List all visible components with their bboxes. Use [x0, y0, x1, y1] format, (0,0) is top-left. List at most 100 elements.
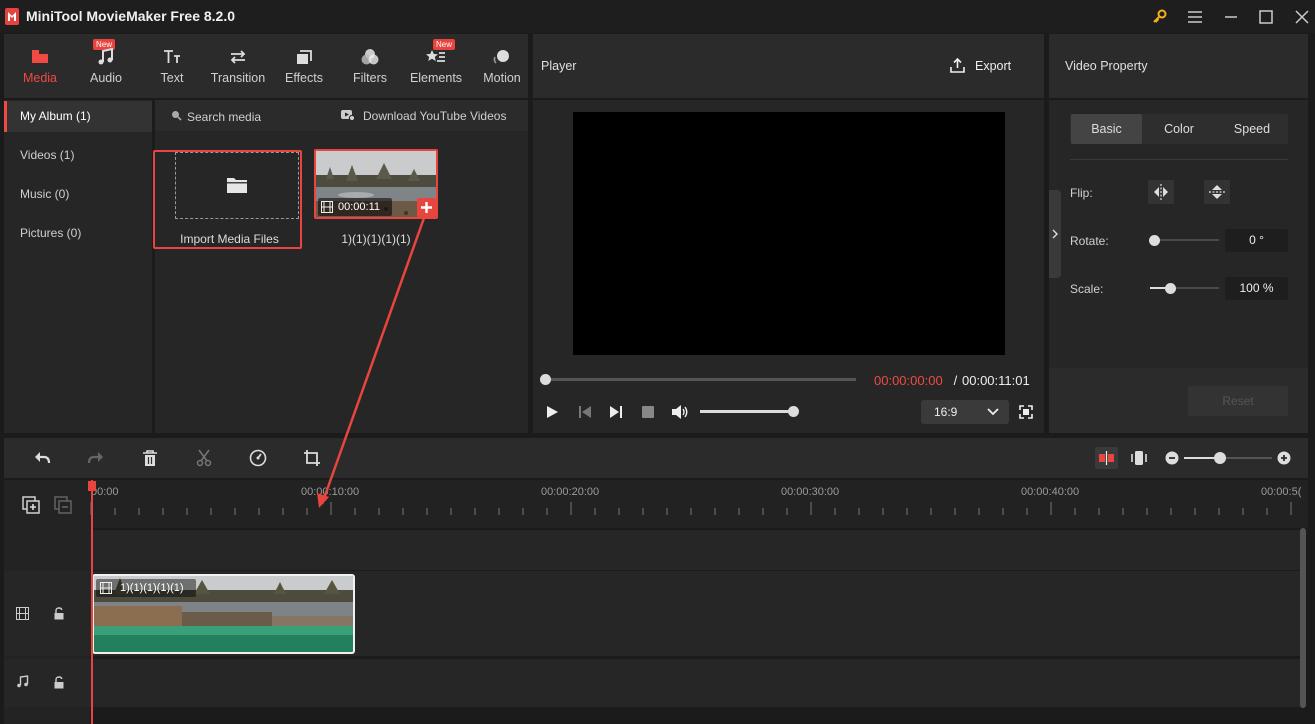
- divider: [1070, 159, 1288, 160]
- total-time: 00:00:11:01: [962, 373, 1030, 388]
- fullscreen-icon[interactable]: [1019, 405, 1033, 419]
- music-track-icon: [16, 675, 29, 688]
- property-title: Video Property: [1065, 59, 1148, 73]
- undo-icon[interactable]: [33, 449, 51, 467]
- toolbar-motion[interactable]: Motion: [469, 34, 535, 98]
- album-item-my-album[interactable]: My Album (1): [4, 101, 152, 132]
- time-separator: /: [950, 373, 961, 388]
- stop-icon[interactable]: [642, 406, 654, 418]
- ruler-time-label: 00:00:40:00: [1021, 486, 1080, 498]
- effects-icon: [294, 47, 314, 67]
- current-time: 00:00:00:00: [874, 373, 943, 388]
- ruler-time-label: 00:00:30:00: [781, 486, 840, 498]
- timeline-video-clip[interactable]: 1)(1)(1)(1)(1): [92, 574, 355, 654]
- tab-speed[interactable]: Speed: [1216, 114, 1288, 144]
- media-clip-thumbnail[interactable]: 00:00:11: [314, 149, 438, 219]
- filters-icon: [360, 47, 380, 67]
- timeline-clip-name: 1)(1)(1)(1)(1): [120, 582, 184, 594]
- transition-arrows-icon: [228, 47, 248, 67]
- toolbar-transition[interactable]: Transition: [205, 34, 271, 98]
- redo-icon[interactable]: [87, 449, 105, 467]
- album-item-videos[interactable]: Videos (1): [4, 140, 152, 171]
- fit-timeline-icon[interactable]: [1131, 449, 1147, 467]
- search-icon[interactable]: [171, 110, 182, 121]
- toolbar-label: Audio: [90, 71, 122, 85]
- close-icon[interactable]: [1293, 8, 1311, 26]
- play-icon[interactable]: [545, 405, 559, 419]
- music-note-icon: [96, 47, 116, 67]
- rotate-value[interactable]: 0 °: [1225, 229, 1288, 252]
- zoom-slider-handle[interactable]: [1214, 452, 1226, 464]
- zoom-in-icon[interactable]: [1277, 451, 1291, 465]
- flip-horizontal-button[interactable]: [1148, 180, 1174, 204]
- tab-basic[interactable]: Basic: [1071, 114, 1142, 144]
- minimize-icon[interactable]: [1222, 8, 1240, 26]
- rotate-slider-track[interactable]: [1150, 239, 1219, 241]
- tab-color[interactable]: Color: [1143, 114, 1215, 144]
- download-youtube-link[interactable]: Download YouTube Videos: [363, 109, 506, 123]
- chevron-right-icon: [1052, 229, 1058, 239]
- annotation-arrow: [317, 217, 426, 508]
- snap-toggle-button[interactable]: [1095, 447, 1118, 469]
- playhead-handle[interactable]: [88, 481, 96, 491]
- menu-icon[interactable]: [1186, 8, 1204, 26]
- youtube-download-icon[interactable]: [341, 109, 355, 121]
- next-frame-icon[interactable]: [609, 405, 623, 419]
- previous-frame-icon[interactable]: [578, 405, 592, 419]
- flip-label: Flip:: [1070, 186, 1093, 200]
- toolbar-text[interactable]: Text: [139, 34, 205, 98]
- key-icon[interactable]: [1151, 8, 1169, 26]
- import-media-tile[interactable]: Import Media Files: [153, 150, 302, 249]
- flip-vertical-button[interactable]: [1204, 180, 1230, 204]
- ruler-time-label: 00:00:5(: [1261, 486, 1301, 498]
- timeline-scrollbar[interactable]: [1300, 528, 1306, 708]
- elements-icon: [426, 47, 446, 67]
- album-item-music[interactable]: Music (0): [4, 179, 152, 210]
- lock-track-icon[interactable]: [53, 676, 65, 689]
- toolbar-label: Text: [160, 71, 184, 85]
- ruler-time-label: 00:00:20:00: [541, 486, 600, 498]
- playhead-line[interactable]: [91, 480, 93, 724]
- lock-track-icon[interactable]: [53, 607, 65, 620]
- speed-icon[interactable]: [249, 449, 267, 467]
- toolbar-label: Filters: [352, 71, 388, 85]
- volume-slider-track[interactable]: [700, 410, 795, 413]
- toolbar-audio[interactable]: New Audio: [73, 34, 139, 98]
- scale-value[interactable]: 100 %: [1225, 277, 1288, 300]
- rotate-slider-handle[interactable]: [1149, 235, 1160, 246]
- volume-slider-handle[interactable]: [788, 406, 799, 417]
- search-media-input[interactable]: Search media: [187, 110, 261, 124]
- player-preview-screen: [573, 112, 1005, 355]
- delete-icon[interactable]: [142, 449, 158, 467]
- add-track-icon[interactable]: [22, 496, 40, 514]
- import-media-label: Import Media Files: [180, 232, 279, 246]
- toolbar-effects[interactable]: Effects: [271, 34, 337, 98]
- player-progress-handle[interactable]: [540, 374, 551, 385]
- main-toolbar: Media New Audio Text Transition Effects …: [4, 34, 528, 98]
- aspect-ratio-select[interactable]: 16:9: [921, 400, 1009, 424]
- toolbar-elements[interactable]: New Elements: [403, 34, 469, 98]
- media-icon: [30, 47, 50, 67]
- export-button[interactable]: Export: [949, 56, 1017, 76]
- player-progress-track[interactable]: [545, 378, 856, 381]
- toolbar-label: Motion: [483, 71, 521, 85]
- zoom-out-icon[interactable]: [1165, 451, 1179, 465]
- reset-button[interactable]: Reset: [1188, 386, 1288, 416]
- split-scissors-icon[interactable]: [196, 449, 212, 467]
- volume-icon[interactable]: [671, 404, 689, 420]
- player-title: Player: [541, 59, 577, 73]
- audio-track-lane[interactable]: [90, 659, 1300, 707]
- scale-slider-handle[interactable]: [1165, 283, 1176, 294]
- text-track-lane[interactable]: [90, 530, 1300, 570]
- maximize-icon[interactable]: [1257, 8, 1275, 26]
- toolbar-media[interactable]: Media: [7, 34, 73, 98]
- toolbar-label: Transition: [210, 71, 266, 85]
- toolbar-filters[interactable]: Filters: [337, 34, 403, 98]
- collapse-panel-handle[interactable]: [1049, 190, 1061, 278]
- album-item-pictures[interactable]: Pictures (0): [4, 218, 152, 249]
- remove-track-icon[interactable]: [54, 496, 72, 514]
- scale-label: Scale:: [1070, 282, 1104, 296]
- export-label: Export: [975, 59, 1012, 73]
- chevron-down-icon: [987, 408, 999, 416]
- app-title: MiniTool MovieMaker Free 8.2.0: [26, 8, 236, 24]
